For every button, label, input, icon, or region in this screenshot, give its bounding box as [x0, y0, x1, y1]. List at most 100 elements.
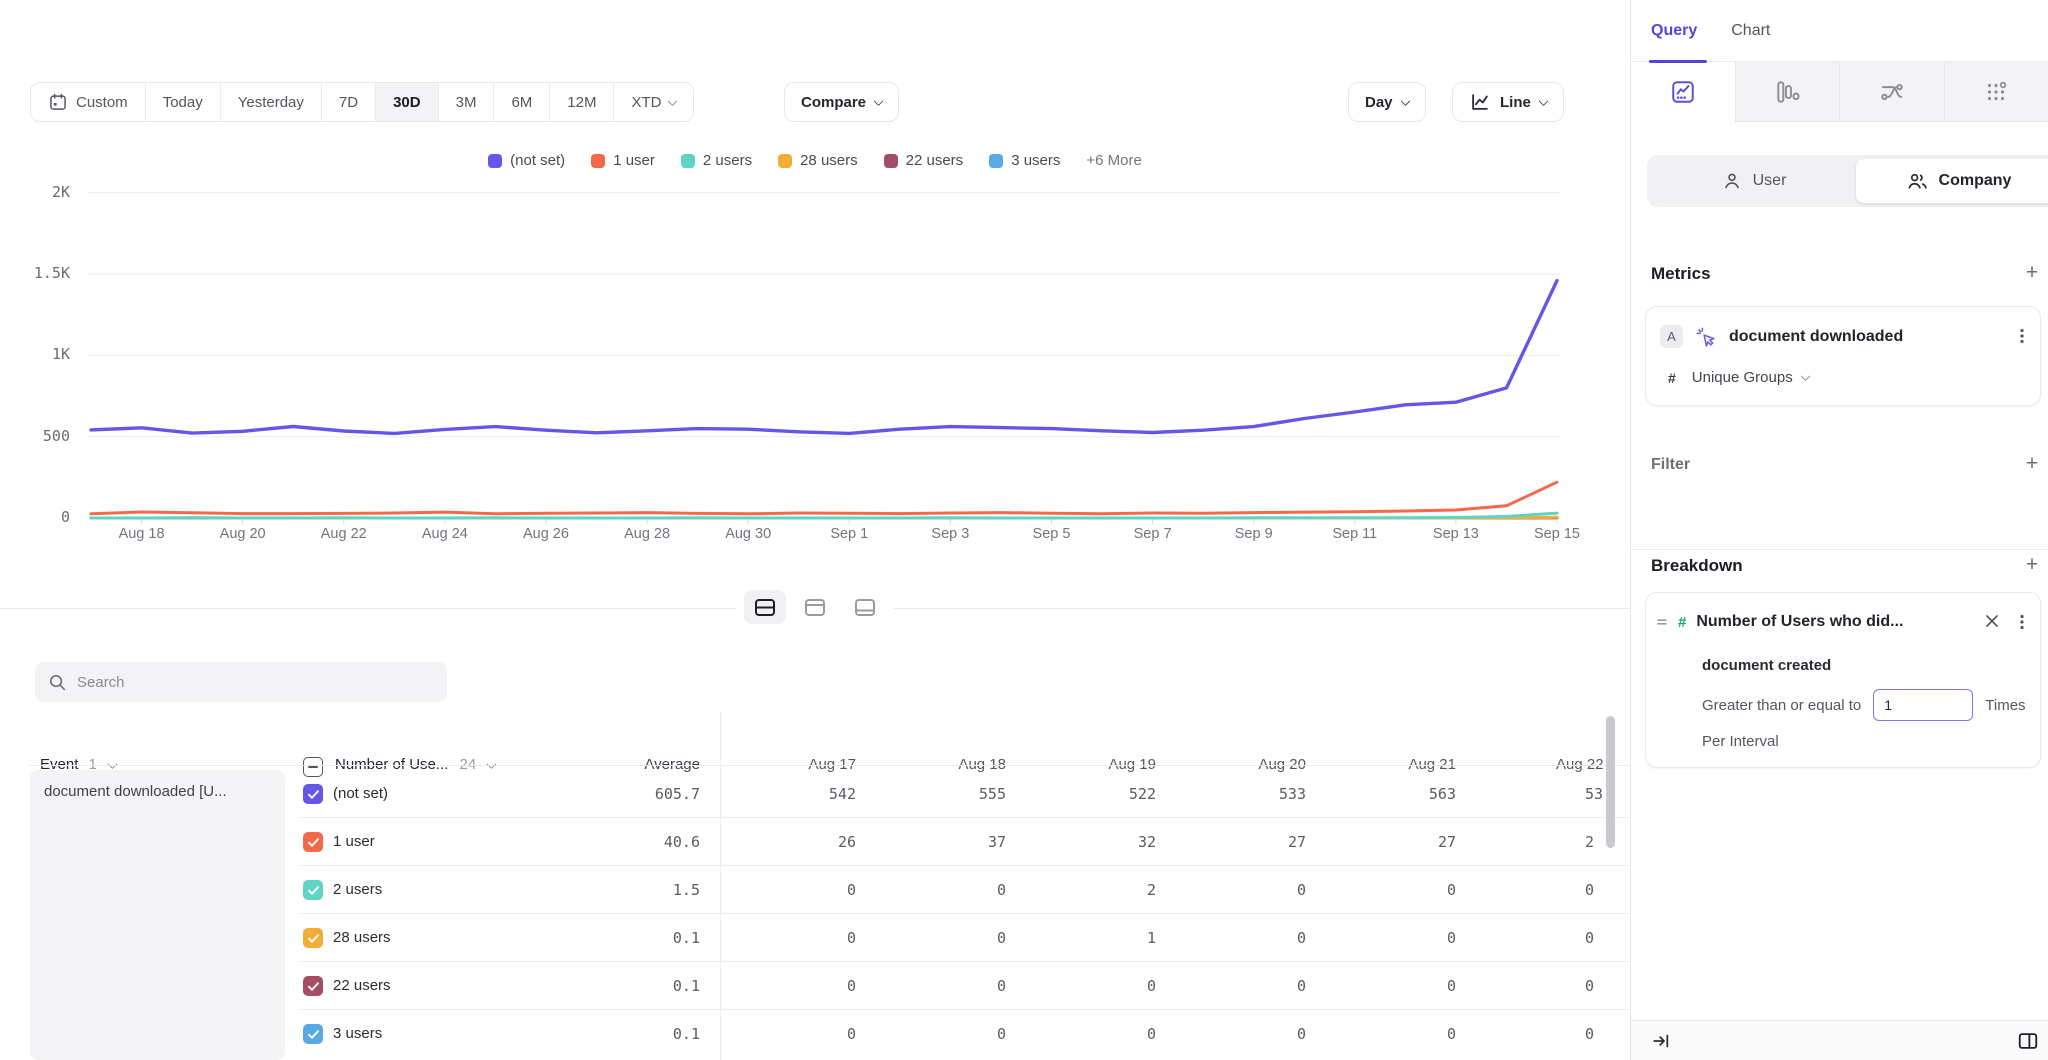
- metric-card[interactable]: A document downloaded # Unique Groups: [1645, 306, 2041, 406]
- breakdown-card[interactable]: # Number of Users who did... document cr…: [1645, 592, 2041, 768]
- company-segment[interactable]: Company: [1856, 159, 2048, 203]
- filter-heading: Filter: [1651, 456, 1690, 474]
- cell-value: 0: [1036, 1010, 1156, 1058]
- user-label: User: [1753, 172, 1787, 190]
- condition-value-input[interactable]: [1873, 689, 1973, 721]
- table-row: 2 users1.5002000: [0, 866, 1630, 914]
- metric-menu-button[interactable]: [2014, 327, 2030, 345]
- table-search: [35, 662, 447, 702]
- chart-canvas[interactable]: [0, 0, 1630, 560]
- chart-and-table-panel: CustomTodayYesterday7D30D3M6M12MXTD Comp…: [0, 0, 1630, 1060]
- x-tick-label: Sep 13: [1414, 526, 1498, 542]
- analytics-app: CustomTodayYesterday7D30D3M6M12MXTD Comp…: [0, 0, 2048, 1060]
- per-interval-label[interactable]: Per Interval: [1702, 733, 1779, 750]
- breakdown-menu-button[interactable]: [2014, 613, 2030, 631]
- x-tick-label: Aug 22: [302, 526, 386, 542]
- event-click-icon: [1695, 326, 1717, 348]
- cell-value: 0: [736, 914, 856, 962]
- cell-value: 0: [736, 962, 856, 1010]
- table-row: 22 users0.1000000: [0, 962, 1630, 1010]
- people-icon: [1906, 170, 1929, 193]
- cell-value: 0: [1336, 1010, 1456, 1058]
- series-checkbox[interactable]: [303, 784, 323, 804]
- split-view-button[interactable]: [744, 590, 786, 624]
- metric-title-row: A document downloaded: [1660, 325, 1903, 348]
- chart-only-view-button[interactable]: [794, 590, 836, 624]
- x-tick-label: Aug 28: [605, 526, 689, 542]
- cell-value: 533: [1186, 770, 1306, 818]
- cell-value: 0: [886, 866, 1006, 914]
- table-row: (not set)605.754255552253356353: [0, 770, 1630, 818]
- add-filter-button[interactable]: +: [2021, 454, 2043, 476]
- cell-value: 37: [886, 818, 1006, 866]
- series-checkbox[interactable]: [303, 928, 323, 948]
- remove-breakdown-button[interactable]: [1984, 613, 2000, 629]
- series-checkbox[interactable]: [303, 880, 323, 900]
- metric-letter-badge: A: [1660, 325, 1683, 348]
- chart-type-line-tab[interactable]: [1631, 62, 1735, 122]
- sidebar-divider: [1631, 549, 2048, 550]
- x-tick-label: Sep 9: [1212, 526, 1296, 542]
- x-tick-label: Aug 26: [504, 526, 588, 542]
- chart-type-flow-tab[interactable]: [1839, 62, 1944, 122]
- table-row: 3 users0.1000000: [0, 1010, 1630, 1058]
- breakdown-title-row: # Number of Users who did...: [1656, 613, 1903, 631]
- average-value: 0.1: [560, 962, 700, 1010]
- x-tick-label: Sep 7: [1111, 526, 1195, 542]
- cell-value: 563: [1336, 770, 1456, 818]
- hash-icon: #: [1668, 370, 1676, 386]
- condition-label[interactable]: Greater than or equal to: [1702, 697, 1861, 714]
- y-tick-label: 0: [10, 508, 70, 526]
- user-segment[interactable]: User: [1651, 159, 1856, 203]
- panel-layout-icon[interactable]: [2017, 1030, 2039, 1052]
- series-label: 2 users: [333, 866, 382, 914]
- x-tick-label: Sep 5: [1009, 526, 1093, 542]
- average-value: 1.5: [560, 866, 700, 914]
- cell-value: 26: [736, 818, 856, 866]
- add-breakdown-button[interactable]: +: [2021, 555, 2043, 577]
- series-checkbox[interactable]: [303, 976, 323, 996]
- table-only-view-button[interactable]: [844, 590, 886, 624]
- aggregation-label: Unique Groups: [1692, 369, 1793, 386]
- x-tick-label: Sep 11: [1313, 526, 1397, 542]
- metrics-heading: Metrics: [1651, 264, 1711, 284]
- person-icon: [1721, 170, 1743, 192]
- table-scrollbar[interactable]: [1606, 716, 1615, 848]
- cell-value: 0: [1336, 962, 1456, 1010]
- x-tick-label: Sep 1: [807, 526, 891, 542]
- y-tick-label: 1K: [10, 345, 70, 363]
- chart-type-grid-tab[interactable]: [1944, 62, 2048, 122]
- search-input[interactable]: [77, 674, 435, 691]
- table-row: 28 users0.1001000: [0, 914, 1630, 962]
- collapse-sidebar-icon[interactable]: [1651, 1030, 1673, 1052]
- series-label: (not set): [333, 770, 388, 818]
- drag-handle-icon[interactable]: [1656, 617, 1668, 627]
- cell-value: 0: [1585, 866, 1630, 914]
- cell-value: 0: [1585, 914, 1630, 962]
- x-tick-label: Aug 24: [403, 526, 487, 542]
- series-label: 28 users: [333, 914, 391, 962]
- view-layout-toggles: [736, 586, 894, 628]
- cell-value: 0: [736, 1010, 856, 1058]
- cell-value: 0: [886, 962, 1006, 1010]
- cell-value: 0: [1186, 914, 1306, 962]
- breakdown-event-name[interactable]: document created: [1702, 657, 1831, 674]
- metric-aggregation-row[interactable]: # Unique Groups: [1668, 369, 1809, 386]
- cell-value: 32: [1036, 818, 1156, 866]
- chart-type-bar-tab[interactable]: [1735, 62, 1840, 122]
- active-tab-underline: [1649, 60, 1707, 63]
- add-metric-button[interactable]: +: [2021, 263, 2043, 285]
- tab-chart[interactable]: Chart: [1731, 22, 1770, 40]
- cell-value: 1: [1036, 914, 1156, 962]
- series-checkbox[interactable]: [303, 1024, 323, 1044]
- series-checkbox[interactable]: [303, 832, 323, 852]
- cell-value: 0: [1036, 962, 1156, 1010]
- cell-value: 0: [1336, 866, 1456, 914]
- cell-value: 0: [1186, 962, 1306, 1010]
- cell-value: 0: [1585, 962, 1630, 1010]
- metric-name: document downloaded: [1729, 328, 1903, 346]
- tab-query[interactable]: Query: [1651, 22, 1697, 40]
- line-chart: 05001K1.5K2K Aug 18Aug 20Aug 22Aug 24Aug…: [0, 0, 1630, 560]
- y-tick-label: 1.5K: [10, 264, 70, 282]
- average-value: 0.1: [560, 1010, 700, 1058]
